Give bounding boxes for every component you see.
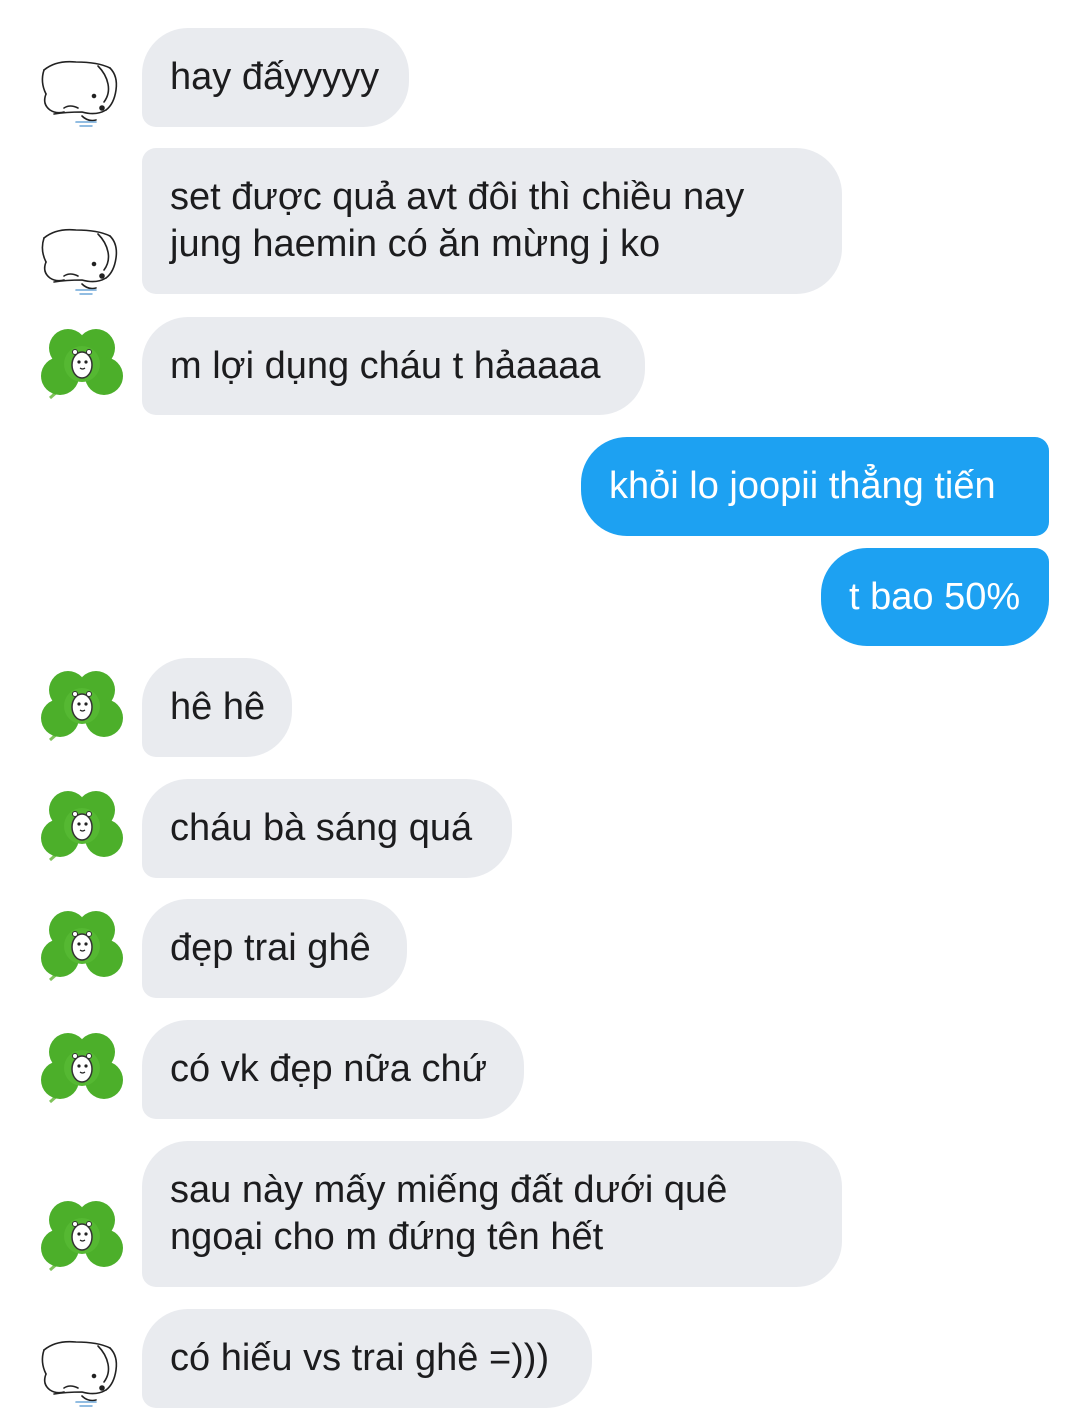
clover-icon (39, 789, 125, 862)
message-bubble-incoming[interactable]: set được quả avt đôi thì chiều nay jung … (142, 148, 842, 294)
avatar[interactable] (36, 906, 128, 998)
clover-icon (39, 327, 125, 400)
avatar[interactable] (36, 50, 128, 142)
message-bubble-incoming[interactable]: m lợi dụng cháu t hảaaaa (142, 317, 645, 415)
message-text: hay đấyyyyy (170, 56, 380, 98)
message-text: m lợi dụng cháu t hảaaaa (170, 345, 601, 387)
message-text: t bao 50% (849, 576, 1021, 618)
message-bubble-incoming[interactable]: có vk đẹp nữa chứ (142, 1020, 524, 1119)
message-text-line: sau này mấy miếng đất dưới quê (170, 1169, 728, 1211)
clover-icon (39, 1031, 125, 1104)
message-bubble-incoming[interactable]: sau này mấy miếng đất dưới quê ngoại cho… (142, 1141, 842, 1287)
clover-icon (39, 669, 125, 742)
avatar[interactable] (36, 666, 128, 758)
dog-sketch-icon (41, 1340, 118, 1407)
message-bubble-outgoing[interactable]: t bao 50% (821, 548, 1049, 646)
message-bubble-incoming[interactable]: hay đấyyyyy (142, 28, 409, 127)
clover-icon (39, 909, 125, 982)
message-text: có vk đẹp nữa chứ (170, 1048, 488, 1090)
message-bubble-outgoing[interactable]: khỏi lo joopii thẳng tiến (581, 437, 1049, 536)
message-text-line: set được quả avt đôi thì chiều nay (170, 176, 745, 218)
message-text-line: ngoại cho m đứng tên hết (170, 1216, 604, 1258)
avatar[interactable] (36, 1028, 128, 1120)
message-bubble-incoming[interactable]: đẹp trai ghê (142, 899, 407, 998)
message-text: có hiếu vs trai ghê =))) (170, 1337, 550, 1379)
message-text: cháu bà sáng quá (170, 807, 473, 849)
avatar[interactable] (36, 1196, 128, 1288)
avatar[interactable] (36, 1330, 128, 1422)
avatar[interactable] (36, 218, 128, 310)
message-bubble-incoming[interactable]: hê hê (142, 658, 292, 757)
message-text: hê hê (170, 686, 266, 728)
avatar[interactable] (36, 786, 128, 878)
clover-icon (39, 1199, 125, 1272)
dog-sketch-icon (41, 60, 118, 127)
message-text: đẹp trai ghê (170, 927, 371, 969)
message-bubble-incoming[interactable]: cháu bà sáng quá (142, 779, 512, 878)
message-text-line: jung haemin có ăn mừng j ko (170, 223, 661, 265)
dog-sketch-icon (41, 228, 118, 295)
avatar[interactable] (36, 324, 128, 416)
message-text: khỏi lo joopii thẳng tiến (609, 465, 996, 507)
message-bubble-incoming[interactable]: có hiếu vs trai ghê =))) (142, 1309, 592, 1408)
